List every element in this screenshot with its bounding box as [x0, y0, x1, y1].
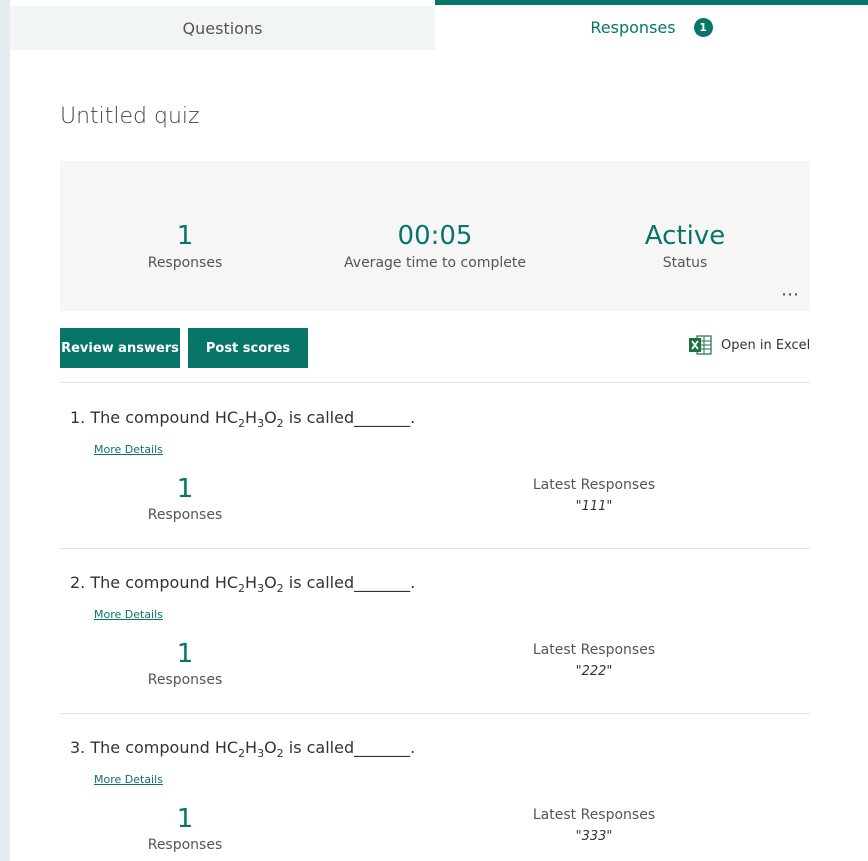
question-subscript: 2	[238, 747, 246, 761]
question-text-part: O	[264, 408, 277, 427]
question-text-part: is called_______.	[283, 738, 416, 757]
stat-status-label: Status	[662, 255, 708, 271]
question-response-count: 1 Responses	[110, 804, 260, 853]
stat-status: Active Status	[560, 219, 810, 271]
question-text: 3. The compound HC2H3O2 is called_______…	[70, 738, 415, 760]
question-summary-1: 1. The compound HC2H3O2 is called_______…	[60, 384, 810, 549]
more-details-link[interactable]: More Details	[94, 608, 163, 621]
review-answers-button[interactable]: Review answers	[60, 328, 180, 368]
question-summary-2: 2. The compound HC2H3O2 is called_______…	[60, 549, 810, 714]
summary-stats-panel: 1 Responses 00:05 Average time to comple…	[60, 161, 810, 311]
question-text-part: O	[264, 738, 277, 757]
question-response-count-value: 1	[176, 804, 194, 834]
question-number: 3.	[70, 738, 86, 757]
question-text-part: The compound HC	[90, 408, 239, 427]
question-text: 2. The compound HC2H3O2 is called_______…	[70, 573, 415, 595]
responses-page: Questions Responses 1 Untitled quiz 1 Re…	[10, 0, 868, 861]
question-summary-3: 3. The compound HC2H3O2 is called_______…	[60, 714, 810, 861]
open-in-excel-link[interactable]: Open in Excel	[688, 333, 810, 357]
latest-responses: Latest Responses "222"	[504, 642, 684, 679]
question-text-part: The compound HC	[90, 573, 239, 592]
question-text-part: H	[245, 573, 258, 592]
excel-icon	[688, 334, 712, 356]
tab-responses[interactable]: Responses 1	[435, 0, 868, 50]
latest-responses-value: "222"	[575, 664, 613, 679]
stat-responses-value: 1	[176, 221, 194, 251]
question-subscript: 2	[276, 582, 284, 596]
question-text-part: H	[245, 738, 258, 757]
responses-count-badge: 1	[693, 18, 713, 37]
question-response-count-value: 1	[176, 639, 194, 669]
question-text-part: is called_______.	[283, 408, 416, 427]
stat-average-time: 00:05 Average time to complete	[310, 219, 560, 271]
question-response-count: 1 Responses	[110, 474, 260, 523]
question-subscript: 2	[276, 747, 284, 761]
latest-responses-value: "333"	[575, 829, 613, 844]
question-response-count-value: 1	[176, 474, 194, 504]
tab-questions[interactable]: Questions	[10, 6, 435, 50]
post-scores-button[interactable]: Post scores	[188, 328, 308, 368]
question-response-count-label: Responses	[147, 672, 223, 688]
tab-bar: Questions Responses 1	[10, 0, 868, 50]
latest-responses-label: Latest Responses	[532, 642, 656, 658]
latest-responses: Latest Responses "333"	[504, 807, 684, 844]
stat-responses-label: Responses	[147, 255, 223, 271]
question-text: 1. The compound HC2H3O2 is called_______…	[70, 408, 415, 430]
stat-responses: 1 Responses	[60, 219, 310, 271]
question-text-part: H	[245, 408, 258, 427]
question-subscript: 2	[238, 582, 246, 596]
stat-average-time-value: 00:05	[397, 221, 473, 251]
stat-status-value: Active	[644, 221, 726, 251]
question-response-count-label: Responses	[147, 837, 223, 853]
question-response-count-label: Responses	[147, 507, 223, 523]
more-details-link[interactable]: More Details	[94, 773, 163, 786]
question-number: 2.	[70, 573, 86, 592]
tab-responses-label: Responses	[590, 18, 676, 37]
divider	[60, 382, 810, 383]
latest-responses-value: "111"	[575, 499, 613, 514]
latest-responses-label: Latest Responses	[532, 807, 656, 823]
question-subscript: 2	[238, 417, 246, 431]
more-details-link[interactable]: More Details	[94, 443, 163, 456]
question-number: 1.	[70, 408, 86, 427]
ellipsis-icon[interactable]: ⋯	[781, 284, 800, 305]
tab-questions-label: Questions	[182, 18, 263, 38]
question-text-part: is called_______.	[283, 573, 416, 592]
question-response-count: 1 Responses	[110, 639, 260, 688]
stat-average-time-label: Average time to complete	[344, 255, 526, 271]
open-in-excel-label: Open in Excel	[721, 337, 811, 353]
question-subscript: 2	[276, 417, 284, 431]
latest-responses-label: Latest Responses	[532, 477, 656, 493]
page-title: Untitled quiz	[60, 104, 200, 129]
latest-responses: Latest Responses "111"	[504, 477, 684, 514]
question-text-part: The compound HC	[90, 738, 239, 757]
question-text-part: O	[264, 573, 277, 592]
